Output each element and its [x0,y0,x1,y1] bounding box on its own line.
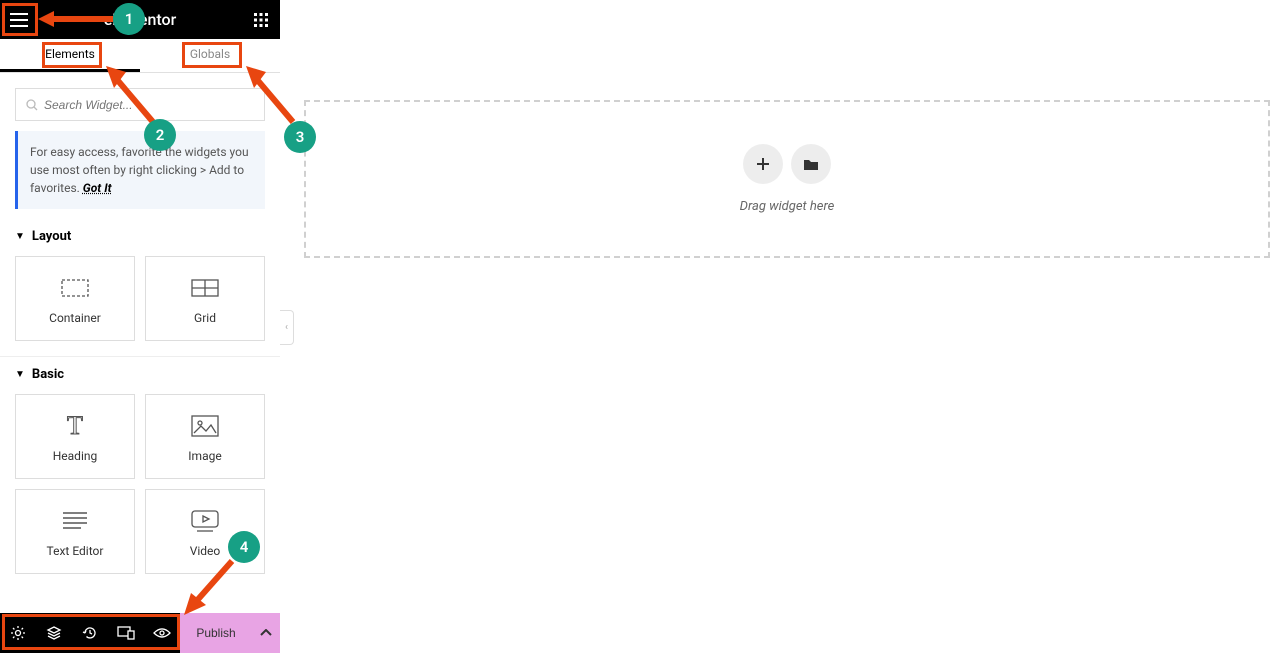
widget-text-editor[interactable]: Text Editor [15,489,135,574]
history-button[interactable] [75,613,105,653]
tab-globals[interactable]: Globals [140,39,280,72]
widget-grid[interactable]: Grid [145,256,265,341]
section-basic-header[interactable]: ▼ Basic [15,367,265,382]
tab-elements-label: Elements [45,47,95,61]
container-icon [61,273,89,303]
hamburger-menu-button[interactable] [0,0,38,39]
widget-text-editor-label: Text Editor [47,544,104,558]
navigator-button[interactable] [39,613,69,653]
section-layout-header[interactable]: ▼ Layout [15,229,265,244]
template-library-button[interactable] [791,144,831,184]
eye-icon [153,627,171,639]
publish-button[interactable]: Publish [180,613,252,653]
history-icon [82,625,98,641]
editor-canvas: Drag widget here [294,0,1280,653]
video-icon [191,506,219,536]
responsive-button[interactable] [111,613,141,653]
apps-grid-button[interactable] [242,0,280,39]
add-section-button[interactable] [743,144,783,184]
publish-options-button[interactable] [252,613,280,653]
chevron-left-icon: ‹ [285,322,288,333]
search-input[interactable] [44,98,254,112]
search-icon [26,99,38,111]
panel-tabs: Elements Globals [0,39,280,73]
drop-zone[interactable]: Drag widget here [304,100,1270,258]
section-layout: ▼ Layout Container Grid [0,219,280,357]
folder-icon [803,158,819,171]
widget-image-label: Image [188,449,221,463]
caret-down-icon: ▼ [15,369,25,380]
grid-icon [191,273,219,303]
favorites-tip: For easy access, favorite the widgets yo… [15,131,265,209]
collapse-sidebar-button[interactable]: ‹ [280,310,294,345]
tip-got-it-link[interactable]: Got It [83,181,112,195]
section-layout-title: Layout [32,229,71,244]
section-basic: ▼ Basic T Heading Image Text Editor [0,357,280,589]
widget-container[interactable]: Container [15,256,135,341]
settings-button[interactable] [3,613,33,653]
widget-heading-label: Heading [53,449,98,463]
gear-icon [10,625,26,641]
header-title: elementor [38,10,242,29]
plus-icon [756,157,770,171]
tip-text: For easy access, favorite the widgets yo… [30,145,249,195]
text-editor-icon [61,506,89,536]
search-box[interactable] [15,88,265,121]
grid-apps-icon [254,13,268,27]
section-basic-title: Basic [32,367,64,382]
caret-down-icon: ▼ [15,231,25,242]
widget-grid-label: Grid [194,311,216,325]
bottom-icon-group [0,613,180,653]
bottom-bar: Publish [0,613,280,653]
widget-image[interactable]: Image [145,394,265,479]
chevron-up-icon [260,629,272,637]
search-wrap [0,73,280,131]
widget-container-label: Container [49,311,101,325]
tab-elements[interactable]: Elements [0,39,140,72]
hamburger-icon [10,13,28,27]
layers-icon [46,625,62,641]
responsive-icon [117,626,135,640]
sidebar-header: elementor [0,0,280,39]
svg-text:T: T [67,413,83,439]
preview-button[interactable] [147,613,177,653]
widget-heading[interactable]: T Heading [15,394,135,479]
image-icon [191,411,219,441]
widget-video[interactable]: Video [145,489,265,574]
tab-globals-label: Globals [190,47,230,61]
widget-video-label: Video [190,544,221,558]
drop-label: Drag widget here [740,199,835,214]
editor-sidebar: elementor Elements Globals For easy acce… [0,0,280,613]
heading-icon: T [62,411,88,441]
